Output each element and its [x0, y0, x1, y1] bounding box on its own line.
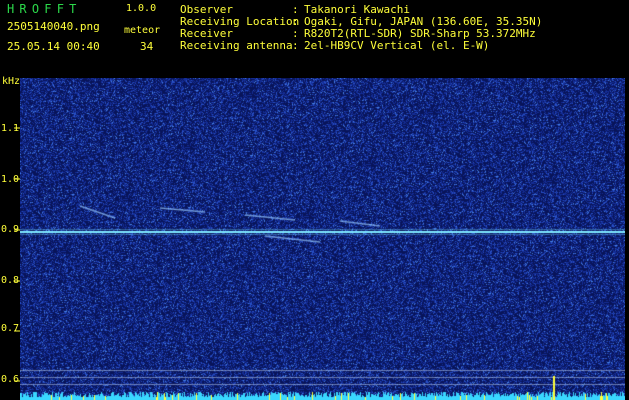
observer-value: Takanori Kawachi [304, 3, 410, 16]
location-label: Receiving Location [180, 15, 300, 28]
observer-colon: : [292, 3, 299, 16]
y-axis-ticks [14, 127, 20, 382]
meteor-count: 34 [140, 40, 154, 53]
location-value: Ogaki, Gifu, JAPAN (136.60E, 35.35N) [304, 15, 543, 28]
receiver-value: R820T2(RTL-SDR) SDR-Sharp 53.372MHz [304, 27, 536, 40]
receiver-colon: : [292, 27, 299, 40]
antenna-value: 2el-HB9CV Vertical (el. E-W) [304, 39, 490, 52]
spectrogram-display [20, 78, 625, 400]
meteor-label: meteor [124, 25, 161, 36]
date-time: 25.05.14 00:40 [7, 40, 100, 53]
antenna-colon: : [292, 39, 299, 52]
app-version: 1.0.0 [126, 3, 157, 14]
antenna-label: Receiving antenna [180, 39, 293, 52]
file-name: 2505140040.png [7, 20, 100, 33]
receiver-label: Receiver [180, 27, 233, 40]
header-panel: HROFFT 1.0.0 2505140040.png meteor 25.05… [0, 0, 629, 75]
observer-label: Observer [180, 3, 233, 16]
app-logo: HROFFT [7, 2, 82, 16]
location-colon: : [292, 15, 299, 28]
